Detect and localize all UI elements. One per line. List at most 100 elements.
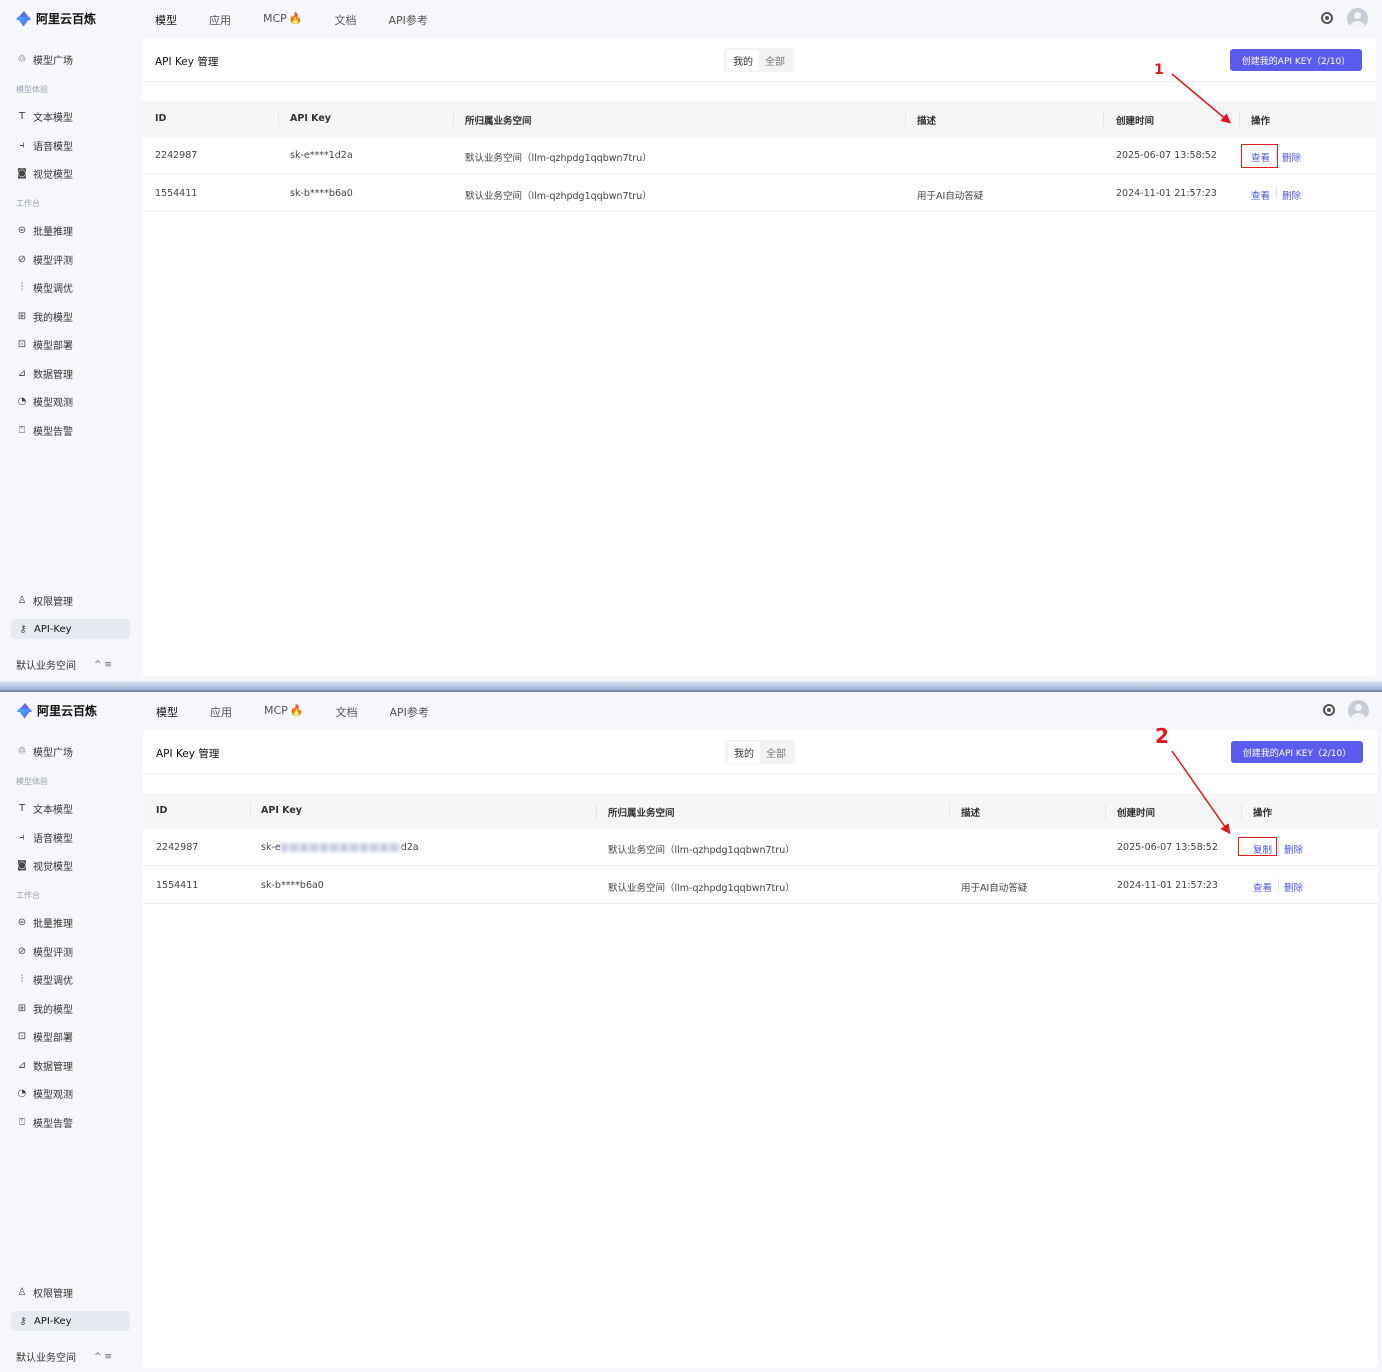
app-logo[interactable]: 阿里云百炼 (17, 702, 97, 719)
alarm-icon: ⍞ (19, 1116, 25, 1128)
sidebar-item-observe[interactable]: ◔ 模型观测 (16, 391, 73, 411)
top-nav: 阿里云百炼 模型 应用 MCP 🔥 文档 API参考 (0, 692, 1382, 730)
scope-segmented-control: 我的 全部 (725, 740, 795, 764)
settings-gear-icon[interactable] (1321, 12, 1333, 24)
settings-gear-icon[interactable] (1323, 704, 1335, 716)
workspace-switcher[interactable]: 默认业务空间 ^ ≡ (16, 1349, 112, 1365)
sidebar-item-data[interactable]: ⊿ 数据管理 (16, 363, 73, 383)
sidebar-item-audio-model[interactable]: ⫞ 语音模型 (16, 135, 74, 155)
view-key-link[interactable]: 查看 (1253, 880, 1272, 894)
chart-icon: ⊿ (17, 367, 27, 379)
sidebar-item-label: 文本模型 (33, 804, 73, 816)
nav-tab-api[interactable]: API参考 (389, 12, 428, 28)
app-name: 阿里云百炼 (37, 704, 98, 718)
sidebar-item-alarm[interactable]: ⍞ 模型告警 (16, 420, 73, 440)
sidebar-item-permissions[interactable]: ♙ 权限管理 (16, 590, 73, 610)
key-prefix: sk-e (261, 842, 281, 853)
nav-tab-docs[interactable]: 文档 (335, 12, 357, 28)
cell-desc: 用于AI自动答疑 (961, 883, 1028, 894)
nav-tab-model[interactable]: 模型 (155, 12, 177, 28)
create-api-key-button[interactable]: 创建我的API KEY（2/10） (1230, 49, 1362, 71)
nav-tab-docs[interactable]: 文档 (336, 704, 358, 720)
sidebar-section-workbench: 工作台 (16, 891, 40, 900)
user-avatar[interactable] (1348, 700, 1369, 721)
seg-mine[interactable]: 我的 (727, 49, 759, 71)
cell-workspace: 默认业务空间（llm-qzhpdg1qqbwn7tru） (465, 153, 652, 164)
table-row: 1554411 sk-b****b6a0 默认业务空间（llm-qzhpdg1q… (143, 867, 1377, 904)
op-sep (1278, 841, 1279, 852)
nav-tab-app[interactable]: 应用 (210, 704, 232, 720)
key-suffix: d2a (400, 842, 419, 853)
sidebar-item-deploy[interactable]: ⊡ 模型部署 (16, 334, 73, 354)
nav-tab-mcp[interactable]: MCP 🔥 (263, 12, 303, 28)
sidebar-item-model-square[interactable]: ♲ 模型广场 (16, 49, 73, 69)
highlight-box-view (1241, 144, 1278, 168)
compass-icon: ⊘ (17, 945, 27, 957)
batch-icon: ⊜ (17, 224, 27, 236)
sidebar-item-alarm[interactable]: ⍞ 模型告警 (16, 1112, 73, 1132)
pie-icon: ◔ (17, 395, 27, 407)
sidebar-item-label: 模型告警 (33, 426, 73, 438)
sidebar-item-my-models[interactable]: ⊞ 我的模型 (16, 306, 73, 326)
seg-all[interactable]: 全部 (760, 742, 792, 763)
nav-tab-mcp[interactable]: MCP 🔥 (264, 704, 304, 720)
delete-key-link[interactable]: 删除 (1282, 188, 1301, 202)
col-actions: 操作 (1251, 116, 1271, 127)
sidebar-item-permissions[interactable]: ♙ 权限管理 (16, 1282, 73, 1302)
delete-key-link[interactable]: 删除 (1282, 150, 1301, 164)
op-sep (1278, 879, 1279, 890)
sidebar-item-label: 模型广场 (33, 747, 73, 759)
camera-icon: ◙ (17, 167, 27, 179)
sidebar-item-label: 模型评测 (33, 947, 73, 959)
sidebar-item-vision-model[interactable]: ◙ 视觉模型 (16, 855, 73, 875)
sidebar-item-label: 数据管理 (33, 369, 73, 381)
main-content: API Key 管理 我的 全部 创建我的API KEY（2/10） ID AP… (142, 38, 1376, 676)
sidebar-item-batch[interactable]: ⊜ 批量推理 (16, 220, 73, 240)
cell-workspace: 默认业务空间（llm-qzhpdg1qqbwn7tru） (608, 845, 795, 856)
sidebar-item-tune[interactable]: ⫶ 模型调优 (16, 969, 73, 989)
nav-tab-model[interactable]: 模型 (156, 704, 178, 720)
app-logo[interactable]: 阿里云百炼 (16, 10, 96, 27)
sidebar-item-eval[interactable]: ⊘ 模型评测 (16, 941, 73, 961)
nav-tab-app[interactable]: 应用 (209, 12, 231, 28)
audio-icon: ⫞ (19, 139, 25, 151)
sidebar-item-my-models[interactable]: ⊞ 我的模型 (16, 998, 73, 1018)
seg-all[interactable]: 全部 (759, 50, 791, 71)
col-sep (1105, 803, 1106, 819)
delete-key-link[interactable]: 删除 (1284, 842, 1303, 856)
col-id: ID (155, 113, 167, 124)
cell-desc: 用于AI自动答疑 (917, 191, 984, 202)
sidebar-section-experience: 模型体验 (16, 85, 48, 94)
sidebar-item-api-key[interactable]: ⚷ API-Key (11, 619, 130, 639)
sidebar-item-batch[interactable]: ⊜ 批量推理 (16, 912, 73, 932)
sidebar-item-observe[interactable]: ◔ 模型观测 (16, 1083, 73, 1103)
sidebar-item-label: 模型广场 (33, 55, 73, 67)
delete-key-link[interactable]: 删除 (1284, 880, 1303, 894)
sidebar-item-audio-model[interactable]: ⫞ 语音模型 (16, 827, 74, 847)
nav-tab-api[interactable]: API参考 (390, 704, 429, 720)
sidebar: ♲ 模型广场 模型体验 T 文本模型 ⫞ 语音模型 ◙ 视觉模型 工作台 ⊜ 批量推理 ⊘… (0, 730, 140, 1370)
workspace-controls-icon[interactable]: ^ ≡ (94, 660, 112, 670)
sidebar-item-deploy[interactable]: ⊡ 模型部署 (16, 1026, 73, 1046)
workspace-controls-icon[interactable]: ^ ≡ (94, 1352, 112, 1362)
user-avatar[interactable] (1347, 8, 1368, 29)
sidebar-item-api-key[interactable]: ⚷ API-Key (11, 1311, 130, 1331)
sidebar-item-tune[interactable]: ⫶ 模型调优 (16, 277, 73, 297)
workspace-switcher[interactable]: 默认业务空间 ^ ≡ (16, 657, 112, 673)
camera-icon: ◙ (17, 859, 27, 871)
sidebar-item-data[interactable]: ⊿ 数据管理 (16, 1055, 73, 1075)
sidebar-item-label: 模型评测 (33, 255, 73, 267)
cube-icon: ♲ (17, 53, 27, 65)
cell-created: 2025-06-07 13:58:52 (1117, 842, 1218, 853)
create-api-key-button[interactable]: 创建我的API KEY（2/10） (1231, 741, 1363, 763)
col-sep (1103, 111, 1104, 127)
seg-mine[interactable]: 我的 (728, 741, 760, 763)
pie-icon: ◔ (17, 1087, 27, 1099)
view-key-link[interactable]: 查看 (1251, 188, 1270, 202)
sidebar-item-eval[interactable]: ⊘ 模型评测 (16, 249, 73, 269)
sidebar-item-model-square[interactable]: ♲ 模型广场 (16, 741, 73, 761)
cell-api-key: sk-b****b6a0 (290, 188, 353, 199)
sidebar-item-vision-model[interactable]: ◙ 视觉模型 (16, 163, 73, 183)
sidebar-item-text-model[interactable]: T 文本模型 (16, 798, 73, 818)
sidebar-item-text-model[interactable]: T 文本模型 (16, 106, 73, 126)
